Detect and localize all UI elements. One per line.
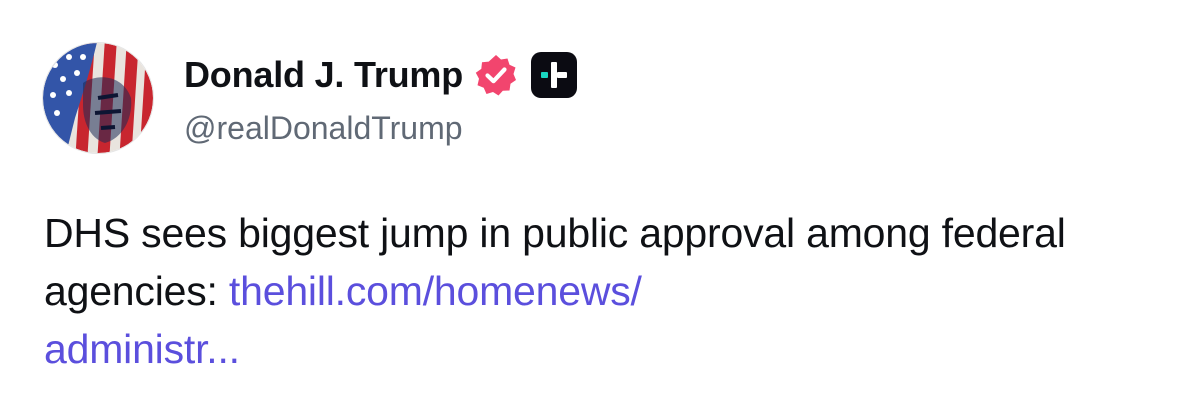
verified-icon xyxy=(475,55,517,96)
avatar[interactable] xyxy=(42,42,154,154)
plus-badge-icon xyxy=(531,52,578,98)
avatar-image xyxy=(43,43,153,153)
post-body: DHS sees biggest jump in public approval… xyxy=(44,204,1164,378)
post-link-line2: administr... xyxy=(44,326,240,372)
post-link-line1: thehill.com/homenews/ xyxy=(228,268,642,314)
author-name-row: Donald J. Trump xyxy=(184,50,578,100)
author-handle[interactable]: @realDonaldTrump xyxy=(184,110,463,147)
author-display-name[interactable]: Donald J. Trump xyxy=(184,54,463,96)
